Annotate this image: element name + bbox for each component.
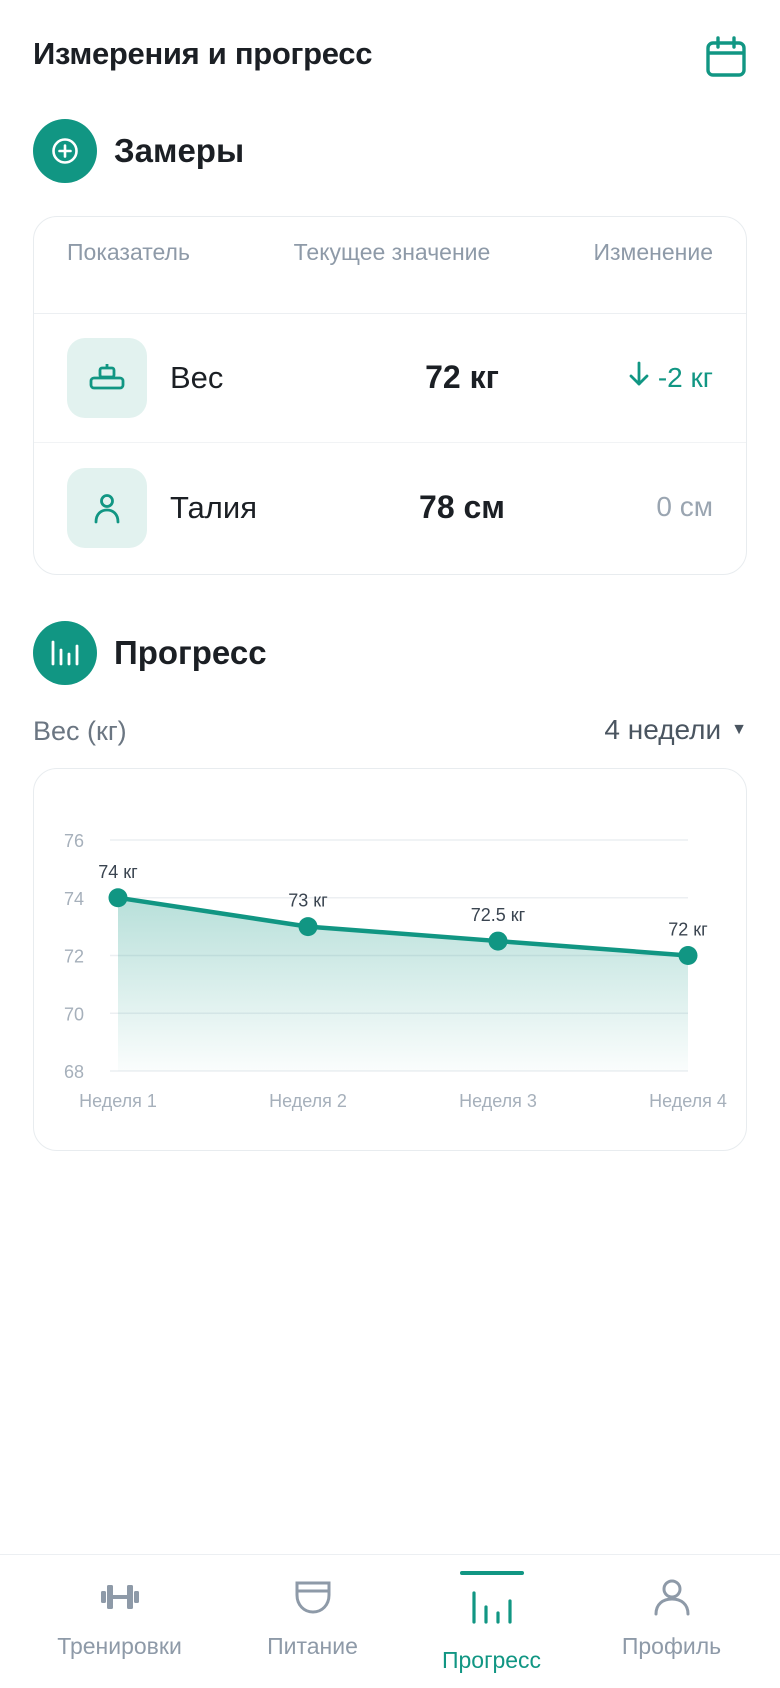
nav-label: Тренировки bbox=[57, 1633, 182, 1659]
y-tick-label: 72 bbox=[64, 947, 84, 967]
nav-label: Питание bbox=[267, 1633, 358, 1659]
header: Измерения и прогресс bbox=[33, 30, 747, 80]
series-area bbox=[118, 897, 688, 1071]
data-point bbox=[678, 946, 698, 965]
data-label: 72 кг bbox=[668, 920, 708, 940]
row-label: Вес bbox=[170, 360, 224, 395]
period-dropdown[interactable]: 4 недели ▼ bbox=[604, 714, 747, 746]
caret-down-icon: ▼ bbox=[731, 721, 747, 738]
scale-icon bbox=[67, 338, 147, 418]
x-tick-label: Неделя 4 bbox=[649, 1091, 727, 1111]
row-change: 0 см bbox=[656, 491, 713, 523]
x-tick-label: Неделя 1 bbox=[79, 1091, 157, 1111]
plus-circle-icon[interactable] bbox=[33, 119, 97, 183]
data-point bbox=[108, 888, 128, 908]
bar-chart-icon bbox=[470, 1585, 514, 1629]
table-header: Показатель Текущее значение Изменение bbox=[34, 217, 746, 314]
period-value: 4 недели bbox=[604, 714, 722, 745]
data-label: 74 кг bbox=[98, 862, 138, 882]
page-title: Измерения и прогресс bbox=[33, 36, 373, 71]
data-point bbox=[298, 917, 318, 937]
column-change: Изменение bbox=[593, 239, 713, 265]
data-label: 73 кг bbox=[288, 891, 328, 911]
nav-item-nutrition[interactable]: Питание bbox=[215, 1555, 410, 1688]
person-icon bbox=[67, 468, 147, 548]
column-name: Показатель bbox=[67, 239, 190, 265]
change-value: -2 кг bbox=[657, 361, 713, 393]
progress-section-header: Прогресс bbox=[33, 621, 267, 685]
data-label: 72.5 кг bbox=[471, 905, 526, 925]
chart-metric-label: Вес (кг) bbox=[33, 716, 127, 746]
nav-label: Профиль bbox=[621, 1633, 722, 1659]
measurements-table: Показатель Текущее значение Изменение Ве… bbox=[33, 216, 747, 575]
nav-label: Прогресс bbox=[441, 1647, 542, 1673]
y-tick-label: 74 bbox=[64, 889, 84, 909]
y-tick-label: 70 bbox=[64, 1004, 84, 1024]
y-tick-label: 76 bbox=[64, 831, 84, 851]
weight-chart-card: 74 кг 73 кг 72.5 кг 72 кг 76 74 72 70 68 Неделя… bbox=[33, 768, 747, 1151]
column-value: Текущее значение bbox=[293, 239, 491, 265]
dumbbell-icon bbox=[98, 1575, 142, 1619]
bar-chart-icon bbox=[33, 621, 97, 685]
row-value: 72 кг bbox=[425, 359, 499, 395]
x-tick-label: Неделя 3 bbox=[459, 1091, 537, 1111]
measurements-screen: Измерения и прогресс Замеры Показатель Т… bbox=[0, 0, 780, 1688]
row-value: 78 см bbox=[419, 489, 505, 525]
measurements-title: Замеры bbox=[114, 132, 245, 169]
weight-chart: 74 кг 73 кг 72.5 кг 72 кг 76 74 72 70 68 Неделя… bbox=[64, 831, 727, 1111]
table-row-weight[interactable]: Вес 72 кг -2 кг bbox=[34, 314, 746, 443]
arrow-down-icon bbox=[628, 361, 650, 394]
nav-item-workouts[interactable]: Тренировки bbox=[22, 1555, 217, 1688]
nav-item-profile[interactable]: Профиль bbox=[574, 1555, 769, 1688]
x-tick-label: Неделя 2 bbox=[269, 1091, 347, 1111]
row-label: Талия bbox=[170, 490, 257, 525]
active-indicator bbox=[459, 1571, 524, 1575]
progress-title: Прогресс bbox=[114, 634, 267, 671]
measurements-section-header: Замеры bbox=[33, 119, 244, 183]
nav-item-progress[interactable]: Прогресс bbox=[394, 1555, 589, 1688]
y-tick-label: 68 bbox=[64, 1062, 84, 1082]
table-row-waist[interactable]: Талия 78 см 0 см bbox=[34, 444, 746, 573]
bottom-nav: Тренировки Питание Прогресс Профиль bbox=[0, 1554, 780, 1688]
change-value: 0 см bbox=[656, 491, 713, 522]
calendar-icon[interactable] bbox=[705, 36, 747, 78]
data-point bbox=[488, 931, 508, 951]
user-icon bbox=[650, 1575, 694, 1619]
row-change: -2 кг bbox=[628, 361, 713, 394]
bowl-icon bbox=[291, 1575, 335, 1619]
